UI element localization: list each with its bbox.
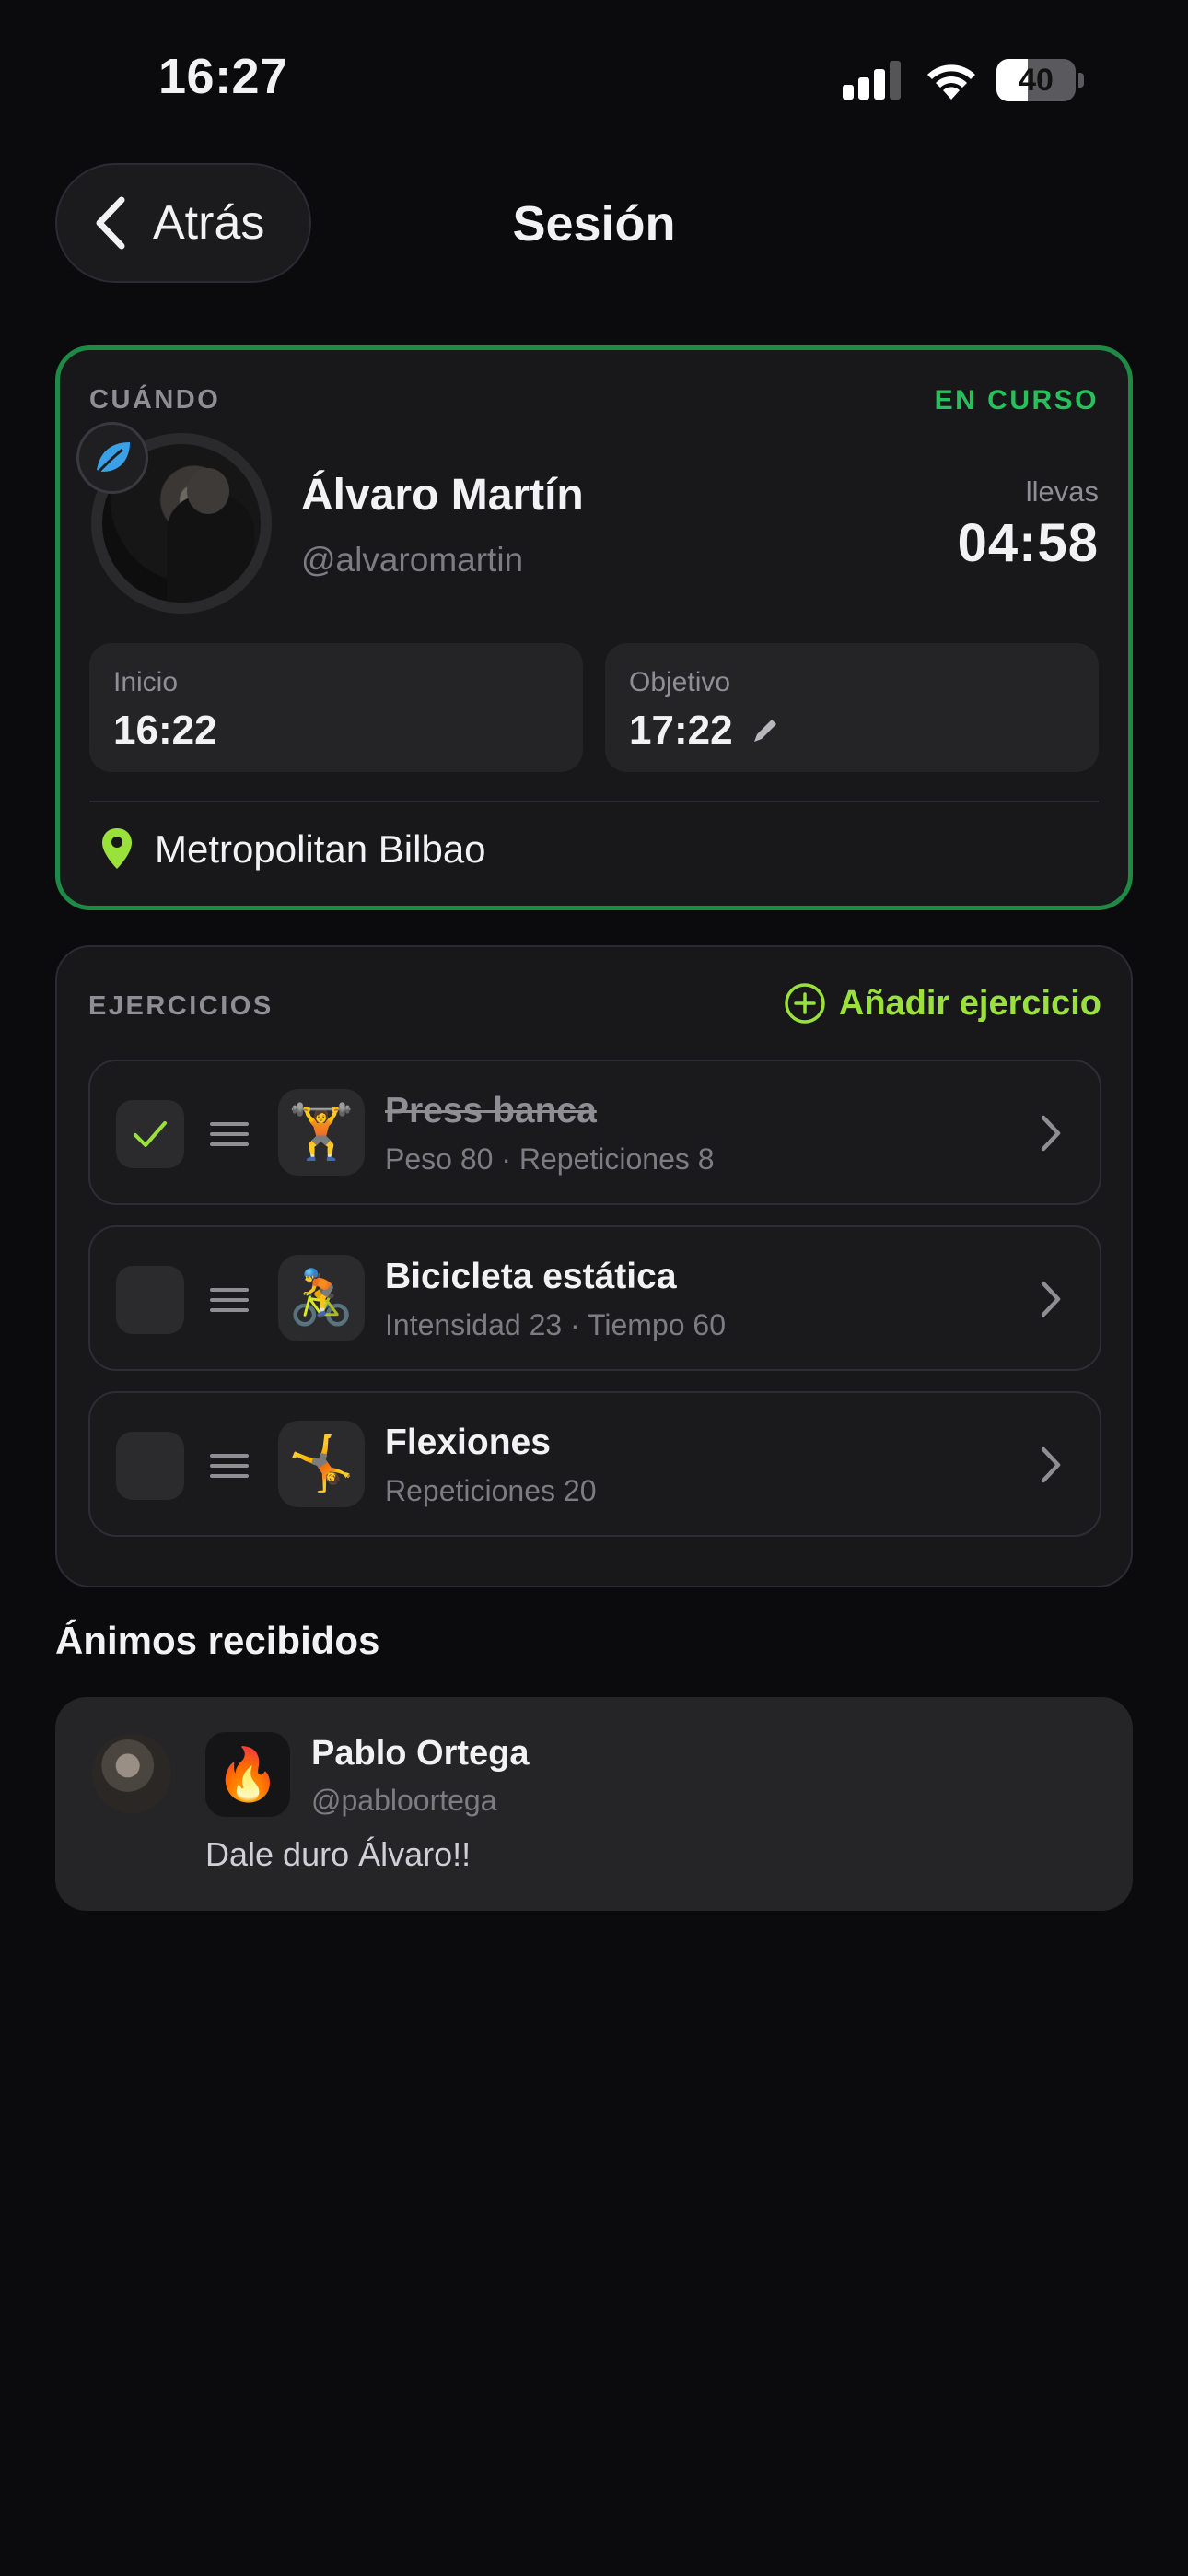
cyclist-icon: 🚴 — [278, 1255, 365, 1341]
fire-icon: 🔥 — [205, 1732, 290, 1817]
status-time: 16:27 — [158, 49, 288, 104]
exercise-checkbox[interactable] — [116, 1100, 184, 1168]
battery-icon: 40 — [996, 59, 1084, 101]
cheer-author-name: Pablo Ortega — [311, 1734, 530, 1773]
exercises-label: EJERCICIOS — [88, 991, 274, 1021]
add-exercise-label: Añadir ejercicio — [838, 983, 1101, 1023]
session-status-badge: EN CURSO — [934, 385, 1099, 416]
goal-label: Objetivo — [629, 667, 731, 697]
plus-circle-icon — [785, 983, 825, 1024]
location-pin-icon — [102, 828, 132, 869]
goal-time: 17:22 — [629, 708, 733, 753]
exercise-detail: Peso 80 · Repeticiones 8 — [385, 1142, 715, 1176]
cheer-message: Dale duro Álvaro!! — [205, 1835, 472, 1873]
checkmark-icon — [134, 1121, 167, 1147]
exercise-name: Press banca — [385, 1091, 597, 1130]
weightlifter-icon: 🏋️ — [278, 1089, 365, 1176]
exercise-detail: Intensidad 23 · Tiempo 60 — [385, 1308, 727, 1341]
exercise-name: Flexiones — [385, 1423, 551, 1462]
exercise-checkbox[interactable] — [116, 1266, 184, 1334]
exercise-row[interactable]: 🤸 Flexiones Repeticiones 20 — [88, 1391, 1101, 1537]
cheer-avatar[interactable] — [92, 1734, 171, 1813]
drag-handle-icon[interactable] — [210, 1454, 249, 1478]
cheer-author-handle: @pabloortega — [311, 1784, 497, 1817]
leaf-badge-icon — [76, 422, 148, 494]
cellular-signal-icon — [843, 61, 902, 100]
battery-level: 40 — [1019, 63, 1054, 98]
exercise-checkbox[interactable] — [116, 1432, 184, 1500]
wifi-icon — [927, 64, 975, 100]
start-label: Inicio — [113, 667, 179, 697]
session-card: CUÁNDO EN CURSO Álvaro Martín @alvaromar… — [55, 345, 1133, 910]
page-title: Sesión — [512, 196, 676, 252]
start-time: 16:22 — [113, 708, 217, 753]
chevron-right-icon — [1041, 1281, 1061, 1317]
location-name[interactable]: Metropolitan Bilbao — [155, 827, 486, 872]
divider — [89, 801, 1099, 802]
user-name: Álvaro Martín — [301, 471, 584, 520]
cartwheel-icon: 🤸 — [278, 1421, 365, 1507]
exercise-row[interactable]: 🚴 Bicicleta estática Intensidad 23 · Tie… — [88, 1225, 1101, 1371]
cheers-section-title: Ánimos recibidos — [55, 1619, 380, 1662]
cheer-card: 🔥 Pablo Ortega @pabloortega Dale duro Ál… — [55, 1697, 1133, 1911]
chevron-right-icon — [1041, 1115, 1061, 1152]
add-exercise-button[interactable]: Añadir ejercicio — [784, 982, 1101, 1025]
user-handle: @alvaromartin — [301, 541, 524, 579]
drag-handle-icon[interactable] — [210, 1122, 249, 1146]
goal-time-box[interactable]: Objetivo 17:22 — [605, 643, 1099, 772]
drag-handle-icon[interactable] — [210, 1288, 249, 1312]
status-bar: 16:27 40 — [0, 0, 1188, 157]
elapsed-timer: 04:58 — [957, 513, 1099, 573]
chevron-right-icon — [1041, 1446, 1061, 1483]
elapsed-label: llevas — [1025, 475, 1099, 508]
exercise-detail: Repeticiones 20 — [385, 1474, 597, 1507]
exercise-name: Bicicleta estática — [385, 1257, 677, 1296]
exercises-card: EJERCICIOS Añadir ejercicio 🏋️ Press ban… — [55, 945, 1133, 1587]
start-time-box: Inicio 16:22 — [89, 643, 583, 772]
when-label: CUÁNDO — [89, 385, 221, 415]
pencil-icon[interactable] — [750, 715, 781, 746]
exercise-row[interactable]: 🏋️ Press banca Peso 80 · Repeticiones 8 — [88, 1060, 1101, 1205]
